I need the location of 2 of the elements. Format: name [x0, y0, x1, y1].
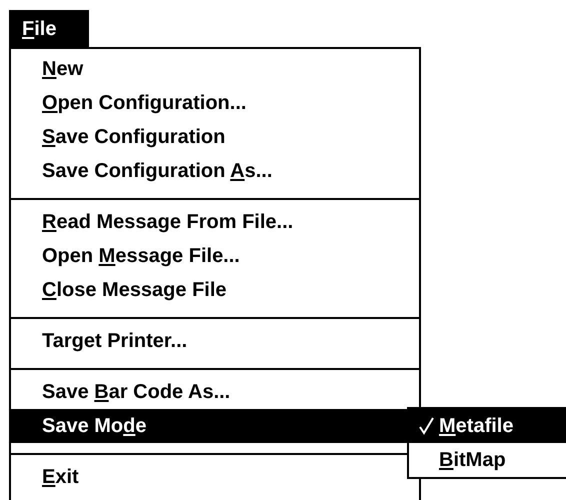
menu-title[interactable]: File: [9, 10, 89, 47]
submenu-item[interactable]: Metafile: [409, 409, 566, 443]
